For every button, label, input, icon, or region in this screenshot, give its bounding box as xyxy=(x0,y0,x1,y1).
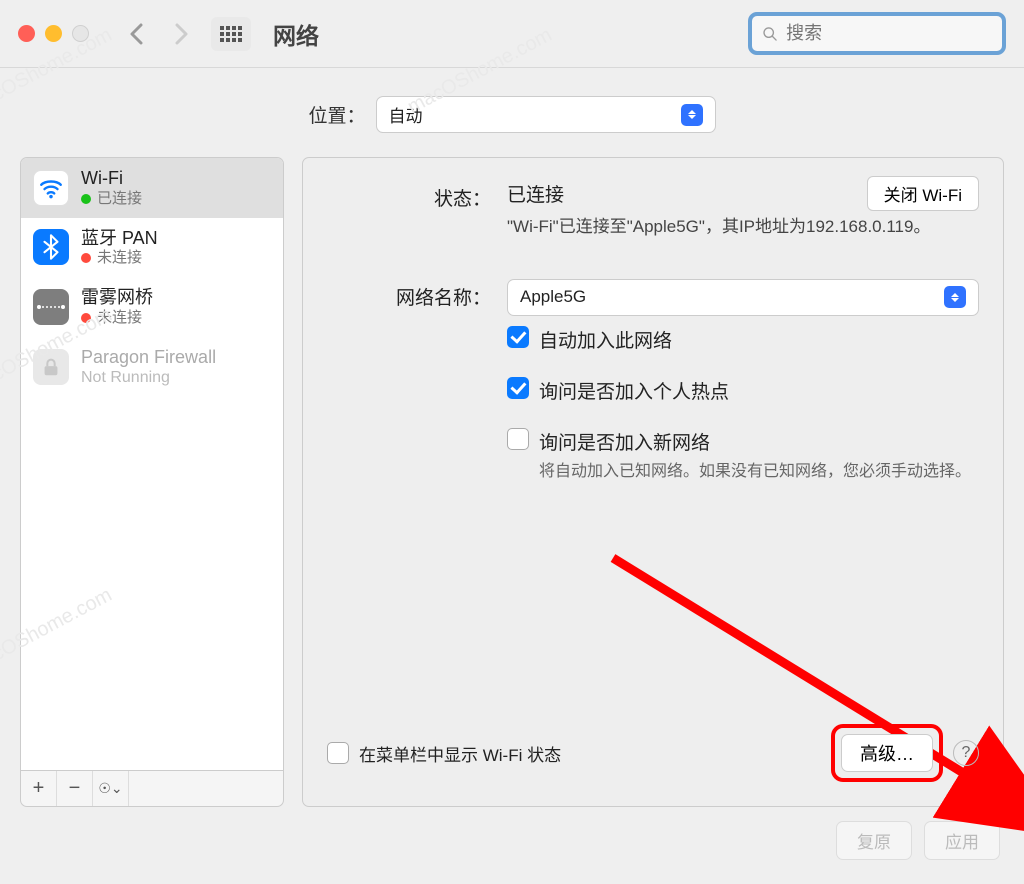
ask-hotspot-checkbox[interactable] xyxy=(507,377,529,399)
sidebar-item-label: 蓝牙 PAN xyxy=(81,228,158,250)
search-input[interactable] xyxy=(786,23,992,44)
network-name-value: Apple5G xyxy=(520,287,586,307)
turn-off-wifi-button[interactable]: 关闭 Wi-Fi xyxy=(867,176,979,211)
auto-join-label: 自动加入此网络 xyxy=(539,326,672,353)
annotation-highlight: 高级… xyxy=(831,724,943,782)
sidebar-item-label: 雷雾网桥 xyxy=(81,287,153,309)
close-button[interactable] xyxy=(18,25,35,42)
forward-button[interactable] xyxy=(165,17,199,51)
show-all-button[interactable] xyxy=(211,17,251,51)
chevron-updown-icon xyxy=(944,286,966,308)
help-button[interactable]: ? xyxy=(953,740,979,766)
sidebar-item-label: Wi-Fi xyxy=(81,168,142,190)
show-in-menubar-label: 在菜单栏中显示 Wi-Fi 状态 xyxy=(359,741,561,766)
location-select[interactable]: 自动 xyxy=(376,96,716,133)
auto-join-checkbox[interactable] xyxy=(507,326,529,348)
ask-new-label: 询问是否加入新网络 xyxy=(539,428,971,455)
grid-icon xyxy=(220,26,242,42)
thunderbolt-bridge-icon xyxy=(33,289,69,325)
footer: 复原 应用 xyxy=(0,807,1024,884)
location-value: 自动 xyxy=(389,102,423,127)
traffic-lights xyxy=(18,25,89,42)
interface-list: Wi-Fi 已连接 蓝牙 PAN 未连接 xyxy=(20,157,284,771)
remove-interface-button[interactable]: − xyxy=(57,771,93,806)
status-dot xyxy=(81,194,91,204)
ask-new-checkbox[interactable] xyxy=(507,428,529,450)
window-title: 网络 xyxy=(273,17,319,51)
apply-button[interactable]: 应用 xyxy=(924,821,1000,860)
lock-icon xyxy=(33,349,69,385)
location-row: 位置： 自动 xyxy=(0,68,1024,157)
sidebar-item-thunderbolt-bridge[interactable]: 雷雾网桥 未连接 xyxy=(21,277,283,337)
detail-panel: 关闭 Wi-Fi 状态： 已连接 "Wi-Fi"已连接至"Apple5G"，其I… xyxy=(302,157,1004,807)
status-dot xyxy=(81,253,91,263)
titlebar: 网络 xyxy=(0,0,1024,68)
interface-options-button[interactable]: ☉⌄ xyxy=(93,771,129,806)
sidebar-item-status: 未连接 xyxy=(97,249,142,267)
status-dot xyxy=(81,313,91,323)
zoom-button[interactable] xyxy=(72,25,89,42)
wifi-icon xyxy=(33,170,69,206)
sidebar-item-label: Paragon Firewall xyxy=(81,347,216,369)
minimize-button[interactable] xyxy=(45,25,62,42)
show-in-menubar-checkbox[interactable] xyxy=(327,742,349,764)
sidebar-item-status: 已连接 xyxy=(97,190,142,208)
sidebar-item-paragon-firewall[interactable]: Paragon Firewall Not Running xyxy=(21,337,283,398)
bluetooth-icon xyxy=(33,229,69,265)
advanced-button[interactable]: 高级… xyxy=(841,734,933,772)
sidebar-item-bluetooth-pan[interactable]: 蓝牙 PAN 未连接 xyxy=(21,218,283,278)
ask-new-note: 将自动加入已知网络。如果没有已知网络，您必须手动选择。 xyxy=(539,461,971,483)
sidebar-item-status: 未连接 xyxy=(97,309,142,327)
search-icon xyxy=(762,25,778,43)
sidebar-toolbar: + − ☉⌄ xyxy=(20,771,284,807)
chevron-updown-icon xyxy=(681,104,703,126)
status-label: 状态： xyxy=(327,180,507,211)
status-note: "Wi-Fi"已连接至"Apple5G"，其IP地址为192.168.0.119… xyxy=(507,215,979,239)
ask-hotspot-label: 询问是否加入个人热点 xyxy=(539,377,729,404)
search-field[interactable] xyxy=(748,12,1006,55)
network-name-label: 网络名称： xyxy=(327,279,507,310)
sidebar-item-wifi[interactable]: Wi-Fi 已连接 xyxy=(21,158,283,218)
back-button[interactable] xyxy=(119,17,153,51)
sidebar: Wi-Fi 已连接 蓝牙 PAN 未连接 xyxy=(20,157,284,807)
add-interface-button[interactable]: + xyxy=(21,771,57,806)
revert-button[interactable]: 复原 xyxy=(836,821,912,860)
sidebar-item-status: Not Running xyxy=(81,368,216,387)
network-name-select[interactable]: Apple5G xyxy=(507,279,979,316)
location-label: 位置： xyxy=(308,101,365,128)
